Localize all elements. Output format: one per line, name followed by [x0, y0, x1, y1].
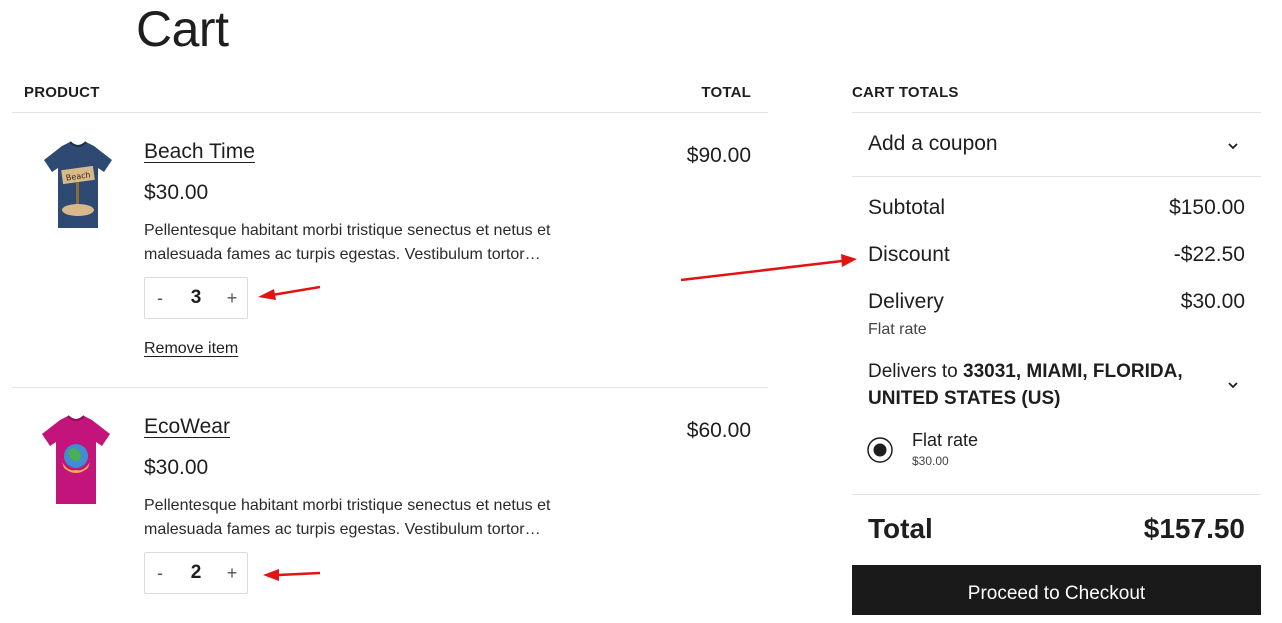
table-header-divider: [12, 112, 768, 113]
row-divider: [12, 387, 768, 388]
subtotal-label: Subtotal: [868, 196, 946, 219]
increment-button[interactable]: +: [217, 563, 247, 584]
tshirt-image: Beach: [44, 141, 112, 228]
delivers-to-address-line1: 33031, MIAMI, FLORIDA,: [963, 361, 1183, 382]
subtotal-value: $150.00: [1169, 196, 1245, 219]
line-total: $60.00: [686, 419, 751, 442]
product-thumbnail-beach-time[interactable]: Beach: [40, 138, 116, 239]
proceed-to-checkout-button[interactable]: Proceed to Checkout: [852, 565, 1261, 615]
quantity-stepper[interactable]: - 3 +: [144, 277, 248, 319]
coupon-label: Add a coupon: [868, 132, 998, 155]
arrow-to-discount: [680, 259, 843, 282]
total-divider: [852, 494, 1261, 495]
unit-price: $30.00: [144, 456, 209, 479]
chevron-down-icon: [1228, 382, 1238, 389]
coupon-divider: [852, 176, 1261, 177]
delivers-to-address-line2: UNITED STATES (US): [868, 388, 1061, 409]
product-description: Pellentesque habitant morbi tristique se…: [144, 222, 551, 263]
shipping-option-label: Flat rate: [912, 430, 979, 450]
product-thumbnail-ecowear[interactable]: [38, 412, 114, 513]
decrement-button[interactable]: -: [145, 288, 175, 309]
shipping-option-price: $30.00: [912, 454, 949, 468]
tshirt-image: [42, 415, 110, 504]
product-name-link[interactable]: Beach Time: [144, 140, 255, 164]
delivery-value: $30.00: [1180, 290, 1245, 313]
page-title: Cart: [136, 1, 229, 57]
quantity-value[interactable]: 2: [175, 562, 217, 584]
shipping-address-toggle[interactable]: Delivers to 33031, MIAMI, FLORIDA, UNITE…: [852, 356, 1261, 412]
chevron-down-icon: [1228, 143, 1238, 150]
quantity-stepper[interactable]: - 2 +: [144, 552, 248, 594]
delivery-label: Delivery: [868, 290, 944, 313]
total-column-header: TOTAL: [701, 84, 751, 101]
decrement-button[interactable]: -: [145, 563, 175, 584]
arrow-to-quantity-2: [277, 571, 321, 577]
line-total: $90.00: [686, 144, 751, 167]
total-label: Total: [868, 513, 933, 544]
total-value: $157.50: [1143, 513, 1245, 544]
coupon-toggle[interactable]: Add a coupon: [852, 113, 1261, 175]
arrow-to-quantity-1: [271, 285, 321, 297]
increment-button[interactable]: +: [217, 288, 247, 309]
remove-item-link[interactable]: Remove item: [144, 340, 238, 358]
discount-label: Discount: [868, 243, 950, 266]
radio-selected-icon[interactable]: [866, 436, 894, 464]
arrow-head: [841, 254, 857, 267]
delivery-method: Flat rate: [868, 321, 927, 338]
delivers-to-text: Delivers to 33031, MIAMI, FLORIDA, UNITE…: [868, 358, 1198, 412]
quantity-value[interactable]: 3: [175, 287, 217, 309]
cart-totals-header: CART TOTALS: [852, 84, 959, 101]
unit-price: $30.00: [144, 181, 209, 204]
arrow-head: [258, 289, 276, 300]
delivers-to-prefix: Delivers to: [868, 361, 964, 382]
shipping-option-flat-rate[interactable]: Flat rate $30.00: [866, 430, 1166, 472]
product-name-link[interactable]: EcoWear: [144, 415, 230, 439]
discount-value: -$22.50: [1173, 243, 1245, 266]
product-description: Pellentesque habitant morbi tristique se…: [144, 497, 551, 538]
product-column-header: PRODUCT: [24, 84, 100, 101]
arrow-head: [263, 569, 279, 581]
